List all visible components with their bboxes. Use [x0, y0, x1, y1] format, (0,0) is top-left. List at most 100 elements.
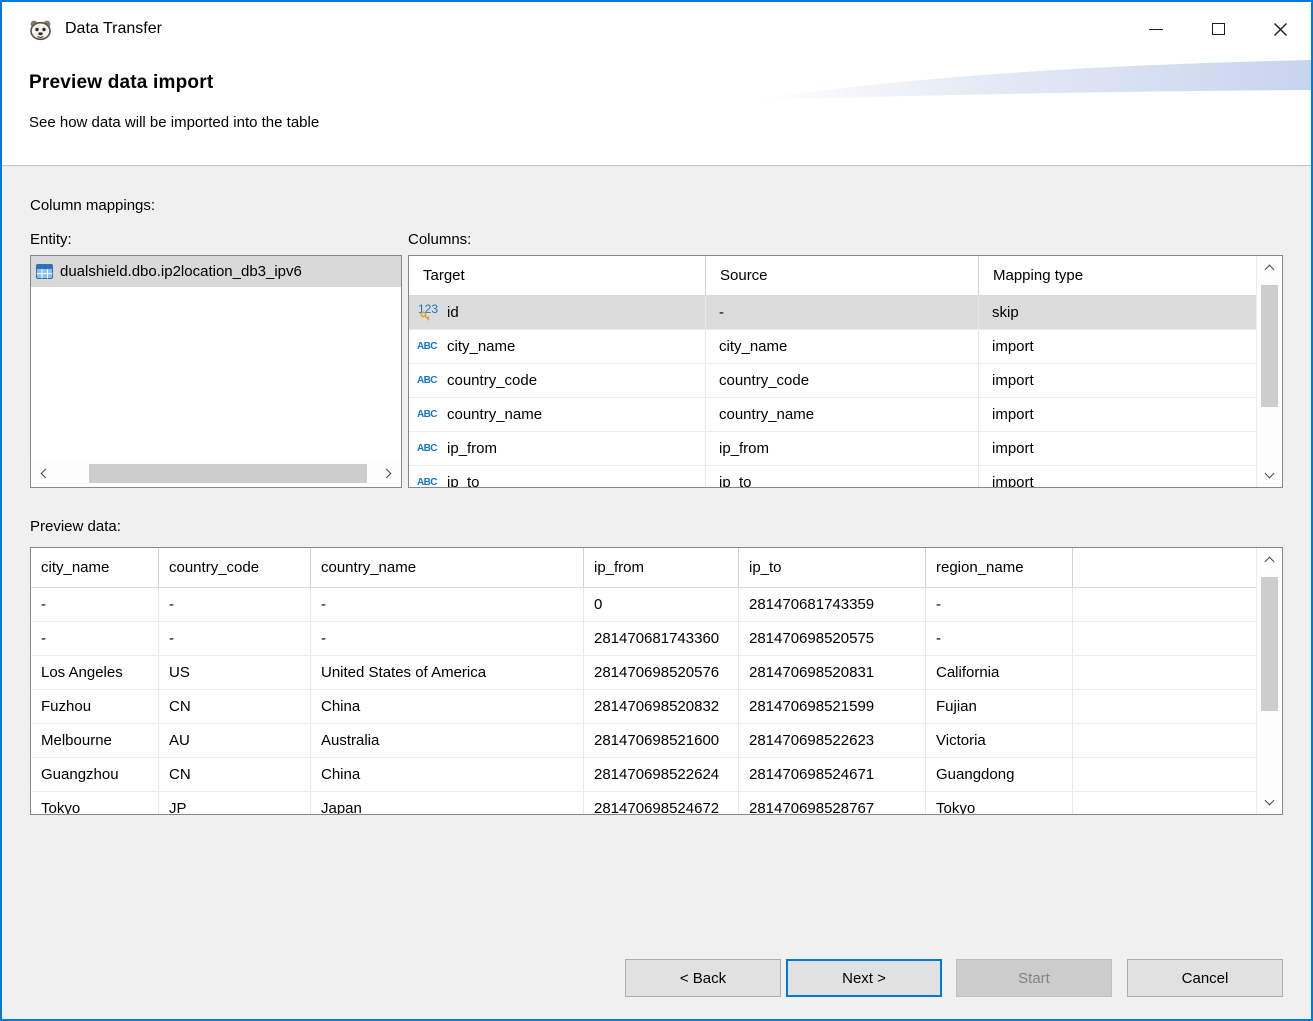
scrollbar-thumb[interactable]	[1261, 285, 1278, 407]
cell-city-name: -	[31, 622, 159, 655]
mapping-target-name: country_name	[447, 406, 542, 423]
preview-row[interactable]: - - - 281470681743360 281470698520575 -	[31, 622, 1256, 656]
banner-swoosh-decoration	[751, 58, 1311, 109]
back-button[interactable]: < Back	[625, 959, 781, 997]
header-city-name[interactable]: city_name	[31, 548, 159, 587]
mapping-source-cell: ip_to	[706, 466, 979, 487]
scroll-right-button[interactable]	[375, 460, 401, 487]
cell-filler	[1073, 690, 1256, 723]
column-mappings-label: Column mappings:	[30, 197, 1283, 219]
column-mapping-table: Target Source Mapping type 123	[408, 255, 1283, 488]
mapping-row[interactable]: 123 ABC id -	[409, 296, 1256, 330]
mapping-source-cell: -	[706, 296, 979, 329]
cell-region-name: Victoria	[926, 724, 1073, 757]
cell-country-name: China	[311, 758, 584, 791]
header-country-code[interactable]: country_code	[159, 548, 311, 587]
cell-ip-to: 281470681743359	[739, 588, 926, 621]
next-button[interactable]: Next >	[786, 959, 942, 997]
mapping-target-cell: 123 ABC ip_from	[409, 432, 706, 465]
cell-region-name: Guangdong	[926, 758, 1073, 791]
mapping-target-name: ip_from	[447, 440, 497, 457]
mapping-source-cell: ip_from	[706, 432, 979, 465]
cell-filler	[1073, 792, 1256, 814]
entity-list[interactable]: dualshield.dbo.ip2location_db3_ipv6	[30, 255, 402, 488]
scroll-left-button[interactable]	[31, 460, 57, 487]
cell-country-code: AU	[159, 724, 311, 757]
header-mapping-type[interactable]: Mapping type	[979, 256, 1256, 295]
cancel-button[interactable]: Cancel	[1127, 959, 1283, 997]
scroll-down-button[interactable]	[1257, 791, 1282, 814]
preview-row[interactable]: Tokyo JP Japan 281470698524672 281470698…	[31, 792, 1256, 814]
header-source[interactable]: Source	[706, 256, 979, 295]
page-title: Preview data import	[29, 72, 213, 94]
header-region-name[interactable]: region_name	[926, 548, 1073, 587]
data-transfer-dialog: Data Transfer	[0, 0, 1313, 1021]
entity-list-item[interactable]: dualshield.dbo.ip2location_db3_ipv6	[31, 256, 401, 287]
entity-horizontal-scrollbar[interactable]	[31, 460, 401, 487]
entity-items: dualshield.dbo.ip2location_db3_ipv6	[31, 256, 401, 287]
header-filler	[1073, 548, 1256, 587]
columns-vertical-scrollbar[interactable]	[1256, 256, 1282, 487]
mapping-source-cell: city_name	[706, 330, 979, 363]
preview-row[interactable]: Guangzhou CN China 281470698522624 28147…	[31, 758, 1256, 792]
header-country-name[interactable]: country_name	[311, 548, 584, 587]
title-bar[interactable]: Data Transfer	[2, 2, 1311, 56]
cell-ip-from: 281470698524672	[584, 792, 739, 814]
preview-vertical-scrollbar[interactable]	[1256, 548, 1282, 814]
chevron-right-icon	[382, 469, 392, 479]
scrollbar-track[interactable]	[57, 460, 375, 487]
cell-country-code: JP	[159, 792, 311, 814]
chevron-up-icon	[1265, 265, 1275, 275]
scroll-up-button[interactable]	[1257, 548, 1282, 571]
mapping-target-name: city_name	[447, 338, 515, 355]
minimize-button[interactable]	[1125, 2, 1187, 56]
preview-row[interactable]: Melbourne AU Australia 281470698521600 2…	[31, 724, 1256, 758]
start-button[interactable]: Start	[956, 959, 1112, 997]
cell-city-name: -	[31, 588, 159, 621]
scrollbar-track[interactable]	[1257, 279, 1282, 464]
maximize-button[interactable]	[1187, 2, 1249, 56]
beaver-app-icon	[28, 17, 53, 42]
mapping-row[interactable]: 123 ABC city_name city_n	[409, 330, 1256, 364]
cell-city-name: Guangzhou	[31, 758, 159, 791]
header-target[interactable]: Target	[409, 256, 706, 295]
columns-label: Columns:	[408, 231, 1283, 253]
header-ip-to[interactable]: ip_to	[739, 548, 926, 587]
maximize-icon	[1212, 23, 1225, 35]
scrollbar-track[interactable]	[1257, 571, 1282, 791]
cell-filler	[1073, 656, 1256, 689]
mapping-row[interactable]: 123 ABC ip_to ip_to	[409, 466, 1256, 487]
cell-ip-to: 281470698520575	[739, 622, 926, 655]
mapping-type-cell: skip	[979, 296, 1256, 329]
mapping-target-cell: 123 ABC city_name	[409, 330, 706, 363]
mapping-type-cell: import	[979, 364, 1256, 397]
mapping-row[interactable]: 123 ABC country_name cou	[409, 398, 1256, 432]
scrollbar-thumb[interactable]	[1261, 577, 1278, 711]
mapping-type-cell: import	[979, 466, 1256, 487]
cell-region-name: California	[926, 656, 1073, 689]
scroll-down-button[interactable]	[1257, 464, 1282, 487]
preview-data-table: city_name country_code country_name ip_f…	[30, 547, 1283, 815]
cell-region-name: Fujian	[926, 690, 1073, 723]
cell-ip-from: 281470681743360	[584, 622, 739, 655]
columns-panel: Columns: Target Source Mapping type	[408, 231, 1283, 488]
mapping-row[interactable]: 123 ABC country_code cou	[409, 364, 1256, 398]
chevron-down-icon	[1265, 796, 1275, 806]
header-ip-from[interactable]: ip_from	[584, 548, 739, 587]
close-button[interactable]	[1249, 2, 1311, 56]
dialog-content: Column mappings: Entity:	[2, 166, 1311, 1019]
cell-country-code: CN	[159, 758, 311, 791]
numeric-type-key-icon: 123	[417, 302, 441, 324]
cell-country-name: United States of America	[311, 656, 584, 689]
preview-row[interactable]: Los Angeles US United States of America …	[31, 656, 1256, 690]
preview-row[interactable]: - - - 0 281470681743359 -	[31, 588, 1256, 622]
scrollbar-thumb[interactable]	[89, 464, 367, 483]
entity-panel: Entity:	[30, 231, 402, 488]
mapping-row[interactable]: 123 ABC ip_from ip_from	[409, 432, 1256, 466]
chevron-left-icon	[41, 469, 51, 479]
preview-row[interactable]: Fuzhou CN China 281470698520832 28147069…	[31, 690, 1256, 724]
mapping-target-cell: 123 ABC id	[409, 296, 706, 329]
scroll-up-button[interactable]	[1257, 256, 1282, 279]
cell-country-code: US	[159, 656, 311, 689]
cell-filler	[1073, 622, 1256, 655]
